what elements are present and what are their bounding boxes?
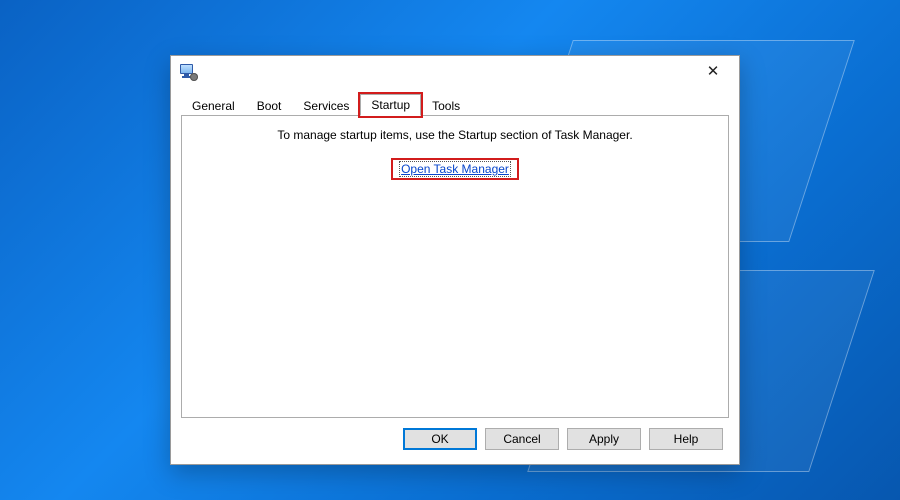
help-button[interactable]: Help: [649, 428, 723, 450]
startup-message: To manage startup items, use the Startup…: [277, 128, 632, 142]
cancel-button[interactable]: Cancel: [485, 428, 559, 450]
title-left: [179, 62, 203, 80]
ok-button[interactable]: OK: [403, 428, 477, 450]
open-task-manager-link[interactable]: Open Task Manager: [399, 161, 511, 177]
apply-button[interactable]: Apply: [567, 428, 641, 450]
tab-general[interactable]: General: [181, 95, 246, 116]
close-icon: ✕: [707, 62, 720, 80]
tab-strip: General Boot Services Startup Tools: [181, 94, 729, 116]
tab-boot[interactable]: Boot: [246, 95, 293, 116]
msconfig-window: ✕ General Boot Services Startup Tools To…: [170, 55, 740, 465]
tab-tools[interactable]: Tools: [421, 95, 471, 116]
tab-body-startup: To manage startup items, use the Startup…: [181, 116, 729, 418]
msconfig-icon: [179, 62, 197, 80]
tab-startup[interactable]: Startup: [360, 94, 421, 116]
client-area: General Boot Services Startup Tools To m…: [171, 86, 739, 464]
close-button[interactable]: ✕: [691, 57, 735, 85]
link-highlight-box: Open Task Manager: [391, 158, 519, 180]
titlebar[interactable]: ✕: [171, 56, 739, 86]
dialog-button-row: OK Cancel Apply Help: [181, 418, 729, 456]
tab-services[interactable]: Services: [292, 95, 360, 116]
